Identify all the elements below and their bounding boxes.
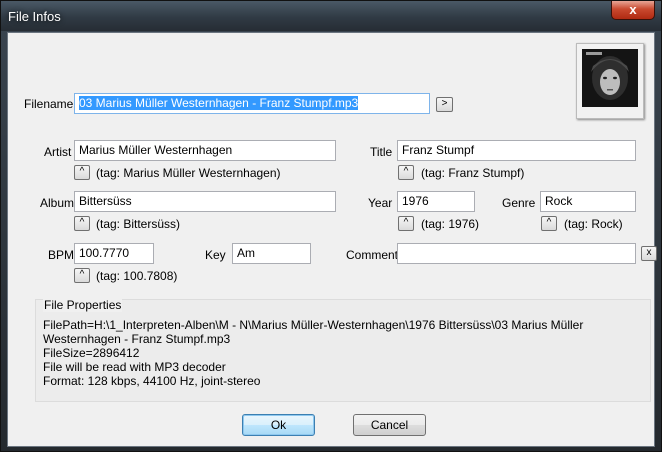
album-input[interactable]: Bittersüss (74, 191, 336, 212)
key-input[interactable]: Am (232, 243, 311, 264)
file-path-line: FilePath=H:\1_Interpreten-Alben\M - N\Ma… (43, 318, 587, 346)
artist-label: Artist (44, 145, 72, 159)
title-apply-tag-button[interactable]: ^ (398, 165, 414, 180)
album-label: Album (40, 196, 75, 210)
artist-apply-tag-button[interactable]: ^ (74, 165, 90, 180)
bpm-tag-text: (tag: 100.7808) (96, 269, 178, 283)
artist-input[interactable]: Marius Müller Westernhagen (74, 140, 336, 161)
cover-portrait-icon (577, 44, 643, 118)
title-tag-text: (tag: Franz Stumpf) (421, 166, 525, 180)
comment-clear-button[interactable]: x (641, 246, 657, 261)
title-bar[interactable]: File Infos x (1, 1, 661, 31)
filename-value: 03 Marius Müller Westernhagen - Franz St… (79, 96, 359, 110)
decoder-line: File will be read with MP3 decoder (43, 360, 226, 374)
window-title: File Infos (8, 9, 61, 24)
file-properties-text: FilePath=H:\1_Interpreten-Alben\M - N\Ma… (43, 318, 643, 388)
year-tag-text: (tag: 1976) (421, 217, 480, 231)
genre-input[interactable]: Rock (540, 191, 636, 212)
file-properties-title: File Properties (43, 298, 123, 312)
album-apply-tag-button[interactable]: ^ (74, 216, 90, 231)
genre-label: Genre (502, 196, 536, 210)
close-button[interactable]: x (611, 1, 655, 20)
dialog-body: Filename 03 Marius Müller Westernhagen -… (7, 32, 657, 447)
bpm-label: BPM (48, 248, 75, 262)
key-label: Key (205, 248, 226, 262)
year-label: Year (368, 196, 393, 210)
file-properties-group: File Properties FilePath=H:\1_Interprete… (35, 298, 651, 402)
title-label: Title (370, 145, 393, 159)
artist-tag-text: (tag: Marius Müller Westernhagen) (96, 166, 281, 180)
cancel-button[interactable]: Cancel (353, 414, 426, 436)
filename-next-button[interactable]: > (436, 97, 453, 112)
file-size-line: FileSize=2896412 (43, 346, 140, 360)
year-input[interactable]: 1976 (397, 191, 475, 212)
ok-button[interactable]: Ok (242, 414, 315, 436)
genre-apply-tag-button[interactable]: ^ (541, 216, 557, 231)
filename-label: Filename (24, 97, 74, 111)
title-input[interactable]: Franz Stumpf (397, 140, 636, 161)
file-infos-window: File Infos x Filename 03 Marius Müller W… (0, 0, 662, 452)
genre-tag-text: (tag: Rock) (564, 217, 623, 231)
album-tag-text: (tag: Bittersüss) (96, 217, 181, 231)
bpm-input[interactable]: 100.7770 (74, 243, 154, 264)
bpm-apply-tag-button[interactable]: ^ (74, 268, 90, 283)
year-apply-tag-button[interactable]: ^ (398, 216, 414, 231)
album-cover-image[interactable] (576, 43, 644, 119)
format-line: Format: 128 kbps, 44100 Hz, joint-stereo (43, 374, 261, 388)
comment-label: Comment (346, 248, 399, 262)
comment-input[interactable] (397, 243, 636, 264)
filename-input[interactable]: 03 Marius Müller Westernhagen - Franz St… (74, 93, 430, 114)
